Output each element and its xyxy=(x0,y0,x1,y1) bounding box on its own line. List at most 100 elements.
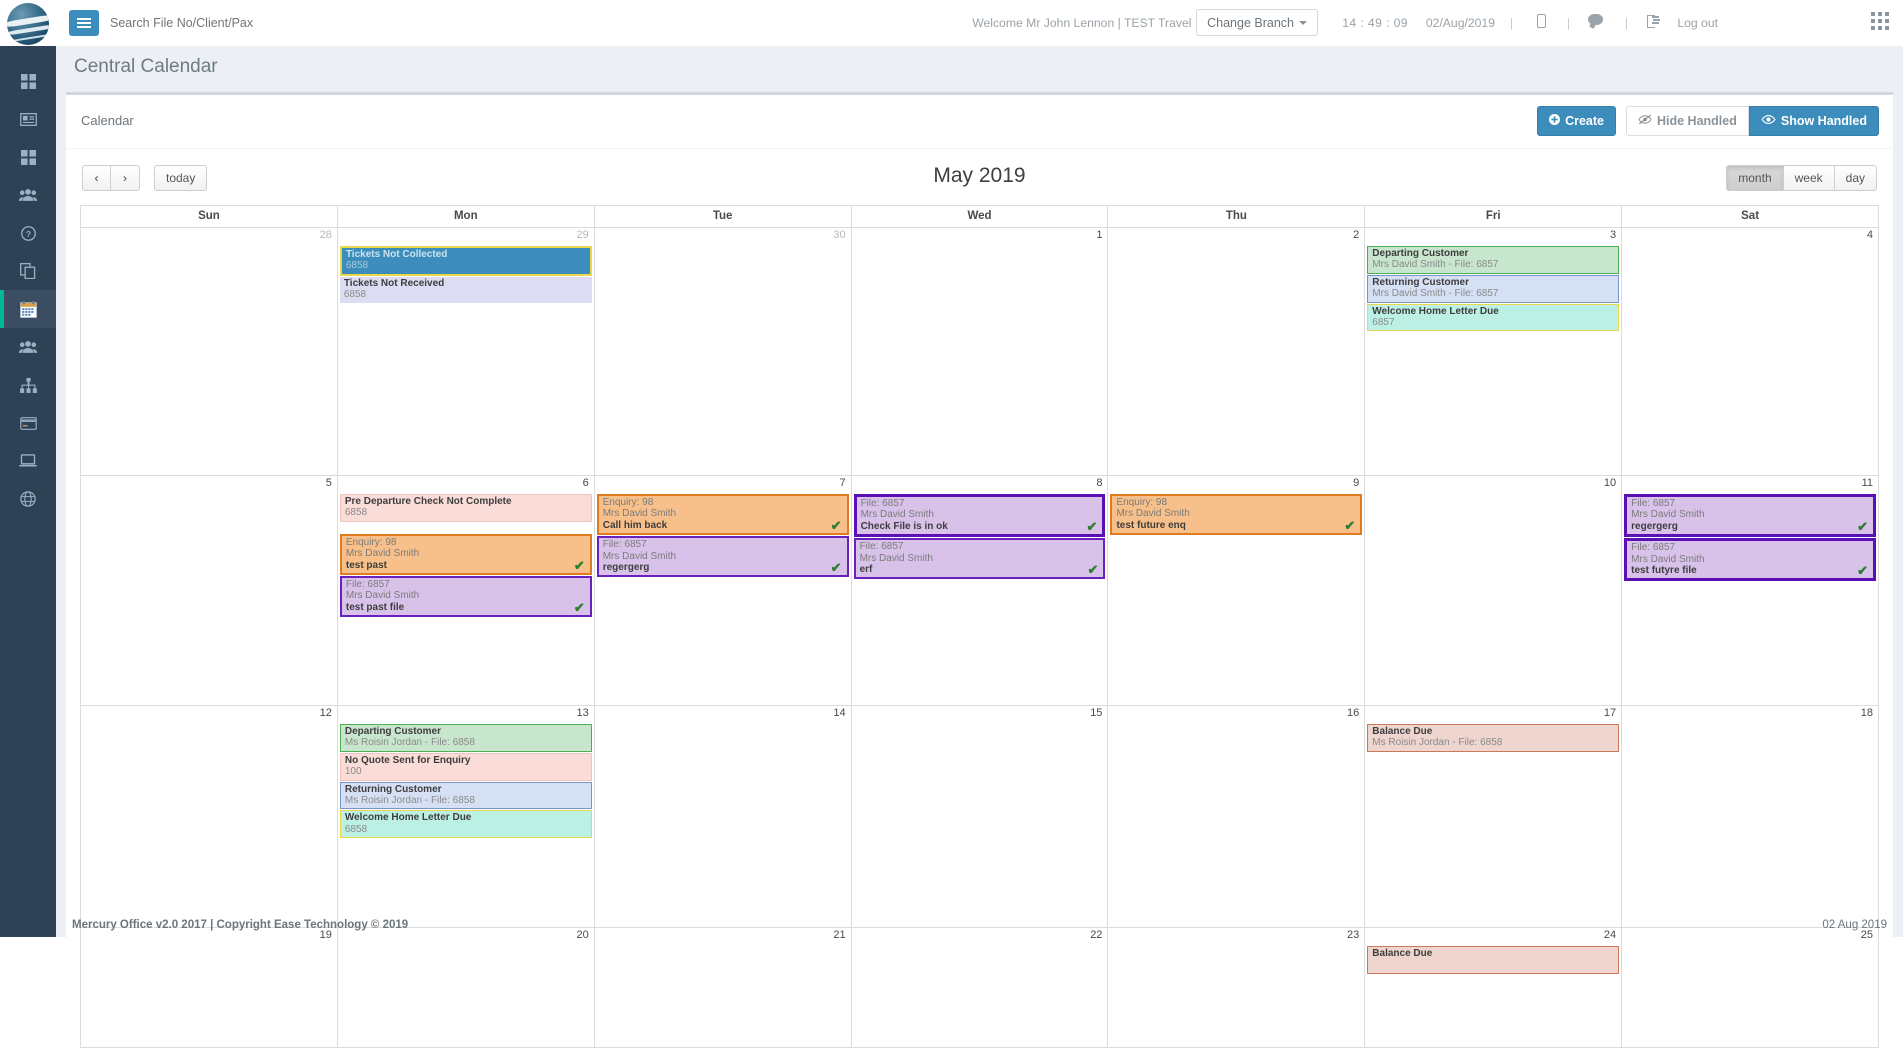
sign-out-icon[interactable] xyxy=(1647,14,1660,28)
event-subtitle: 100 xyxy=(344,766,362,778)
handled-check-icon: ✔ xyxy=(830,517,842,533)
calendar-day-cell[interactable]: 16 xyxy=(1107,706,1364,927)
calendar-day-cell[interactable]: 9 Enquiry: 98 Mrs David Smith test future e… xyxy=(1107,476,1364,705)
calendar-day-cell[interactable]: 7 Enquiry: 98 Mrs David Smith Call him back… xyxy=(593,476,851,705)
calendar-day-cell[interactable]: 29 Tickets Not Collected 6858 Tickets Not R… xyxy=(336,228,594,475)
event-client: Mrs David Smith xyxy=(602,550,677,562)
calendar-event[interactable]: File: 6857 Mrs David Smith regergerg ✔ xyxy=(1624,494,1877,538)
event-reference: Enquiry: 98 xyxy=(602,497,654,508)
sidebar-item-reports[interactable] xyxy=(0,442,56,480)
day-number: 17 xyxy=(1603,707,1617,719)
calendar-event[interactable]: File: 6857 Mrs David Smith test past file ✔ xyxy=(339,576,592,618)
calendar-day-cell[interactable]: 28 xyxy=(81,228,337,475)
sidebar-item-id-card[interactable] xyxy=(0,100,56,138)
calendar-event[interactable]: Enquiry: 98 Mrs David Smith test past ✔ xyxy=(339,533,592,576)
create-button[interactable]: Create xyxy=(1537,106,1616,136)
mobile-icon[interactable] xyxy=(1537,14,1546,28)
calendar-day-cell[interactable]: 19 xyxy=(81,928,337,1047)
chat-icon[interactable] xyxy=(1588,14,1603,25)
calendar-event[interactable]: Returning Customer Ms Roisin Jordan - Fil… xyxy=(339,781,592,810)
show-handled-button[interactable]: Show Handled xyxy=(1748,106,1879,136)
calendar-day-cell[interactable]: 24 Balance Due xyxy=(1364,928,1621,1047)
sidebar-item-globe[interactable] xyxy=(0,480,56,518)
calendar-event[interactable]: Balance Due Ms Roisin Jordan - File: 6858 xyxy=(1367,724,1620,752)
calendar-day-cell[interactable]: 30 xyxy=(593,228,851,475)
calendar-event[interactable]: Enquiry: 98 Mrs David Smith test future en… xyxy=(1110,494,1363,536)
day-number: 28 xyxy=(319,229,332,241)
event-client: Mrs David Smith xyxy=(859,552,933,564)
calendar-event[interactable]: File: 6857 Mrs David Smith test futyre fil… xyxy=(1624,538,1877,582)
calendar-event[interactable]: File: 6857 Mrs David Smith erf ✔ xyxy=(853,538,1106,580)
sidebar-item-suppliers[interactable] xyxy=(0,328,56,366)
users-icon xyxy=(19,188,37,202)
calendar-day-cell[interactable]: 14 xyxy=(593,706,851,927)
calendar-day-cell[interactable]: 15 xyxy=(850,706,1108,927)
calendar-event[interactable]: Welcome Home Letter Due 6857 xyxy=(1367,303,1620,332)
logout-link[interactable]: Log out xyxy=(1677,16,1718,30)
calendar-day-cell[interactable]: 6 Pre Departure Check Not Complete 6858 Enq… xyxy=(336,476,594,705)
calendar-day-cell[interactable]: 22 xyxy=(850,928,1108,1047)
event-client: Mrs David Smith xyxy=(1631,509,1705,521)
sidebar-item-modules[interactable] xyxy=(0,138,56,176)
footer-left: Mercury Office v2.0 2017 | Copyright Eas… xyxy=(72,919,409,931)
calendar-day-cell[interactable]: 4 xyxy=(1621,228,1878,475)
calendar-day-cell[interactable]: 2 xyxy=(1107,228,1364,475)
calendar-day-cell[interactable]: 13 Departing Customer Ms Roisin Jordan - F… xyxy=(336,706,594,927)
calendar-day-cell[interactable]: 10 xyxy=(1364,476,1621,705)
hamburger-icon[interactable] xyxy=(69,10,99,36)
apps-grid-icon[interactable] xyxy=(1871,12,1889,30)
day-events xyxy=(83,228,335,246)
calendar-day-cell[interactable]: 21 xyxy=(593,928,851,1047)
calendar-day-cell[interactable]: 18 xyxy=(1621,706,1878,927)
calendar-day-cell[interactable]: 17 Balance Due Ms Roisin Jordan - File: 68… xyxy=(1364,706,1621,927)
view-button-week[interactable]: week xyxy=(1783,165,1835,191)
calendar-week-row: 28 29 Tickets Not Collected 6858 Tickets Not… xyxy=(81,227,1878,475)
calendar-event[interactable]: Welcome Home Letter Due 6858 xyxy=(339,810,592,839)
calendar-event[interactable]: Pre Departure Check Not Complete 6858 xyxy=(339,494,592,522)
calendar-day-cell[interactable]: 12 xyxy=(81,706,337,927)
hide-handled-button[interactable]: Hide Handled xyxy=(1626,106,1749,136)
calendar-day-cell[interactable]: 20 xyxy=(336,928,594,1047)
event-subtitle xyxy=(1372,959,1614,970)
calendar-event[interactable]: File: 6857 Mrs David Smith regergerg ✔ xyxy=(596,536,849,578)
calendar-day-cell[interactable]: 25 xyxy=(1621,928,1878,1047)
sidebar-item-customers[interactable] xyxy=(0,176,56,214)
event-title: Balance Due xyxy=(1372,726,1433,737)
calendar-event[interactable]: Balance Due xyxy=(1367,946,1620,974)
search-input[interactable] xyxy=(108,12,338,34)
sidebar-item-structure[interactable] xyxy=(0,366,56,404)
sidebar-item-help[interactable]: ? xyxy=(0,214,56,252)
calendar-event[interactable]: Tickets Not Received 6858 xyxy=(339,276,592,303)
calendar-day-cell[interactable]: 8 File: 6857 Mrs David Smith Check File is … xyxy=(850,476,1108,705)
clock-time: 14 : 49 : 09 xyxy=(1342,16,1408,30)
users-group-icon xyxy=(19,340,37,354)
day-events: Enquiry: 98 Mrs David Smith test future en… xyxy=(1110,476,1363,536)
calendar-event[interactable]: File: 6857 Mrs David Smith Check File is i… xyxy=(853,494,1106,538)
sidebar-item-documents[interactable] xyxy=(0,252,56,290)
sidebar-item-dashboard[interactable] xyxy=(0,62,56,100)
calendar-day-cell[interactable]: 3 Departing Customer Mrs David Smith - Fil… xyxy=(1364,228,1621,475)
calendar-day-cell[interactable]: 5 xyxy=(81,476,337,705)
event-note: regergerg xyxy=(1631,520,1678,532)
calendar-day-cell[interactable]: 11 File: 6857 Mrs David Smith regergerg ✔ Fil… xyxy=(1621,476,1878,705)
sidebar-item-calendar[interactable] xyxy=(0,290,56,328)
handled-check-icon: ✔ xyxy=(1857,563,1869,579)
calendar-day-cell[interactable]: 1 xyxy=(850,228,1108,475)
calendar-event[interactable]: Enquiry: 98 Mrs David Smith Call him back ✔ xyxy=(596,494,849,536)
calendar-event[interactable]: Departing Customer Ms Roisin Jordan - Fil… xyxy=(339,724,592,752)
day-events: Departing Customer Ms Roisin Jordan - Fil… xyxy=(339,706,592,839)
calendar-day-cell[interactable]: 23 xyxy=(1107,928,1364,1047)
sidebar-item-payments[interactable] xyxy=(0,404,56,442)
event-subtitle: Mrs David Smith - File: 6857 xyxy=(1372,259,1499,271)
event-client: Mrs David Smith xyxy=(1631,553,1705,565)
calendar-event[interactable]: No Quote Sent for Enquiry 100 xyxy=(339,752,592,781)
calendar-event[interactable]: Tickets Not Collected 6858 xyxy=(339,246,592,276)
change-branch-button[interactable]: Change Branch xyxy=(1196,9,1318,36)
calendar-icon xyxy=(19,300,37,318)
calendar-event[interactable]: Returning Customer Mrs David Smith - File… xyxy=(1367,274,1620,303)
calendar-event[interactable]: Departing Customer Mrs David Smith - File… xyxy=(1367,246,1620,274)
event-note: Call him back xyxy=(602,519,668,531)
show-handled-label: Show Handled xyxy=(1780,114,1867,128)
view-button-month[interactable]: month xyxy=(1726,165,1784,191)
view-button-day[interactable]: day xyxy=(1834,165,1877,191)
